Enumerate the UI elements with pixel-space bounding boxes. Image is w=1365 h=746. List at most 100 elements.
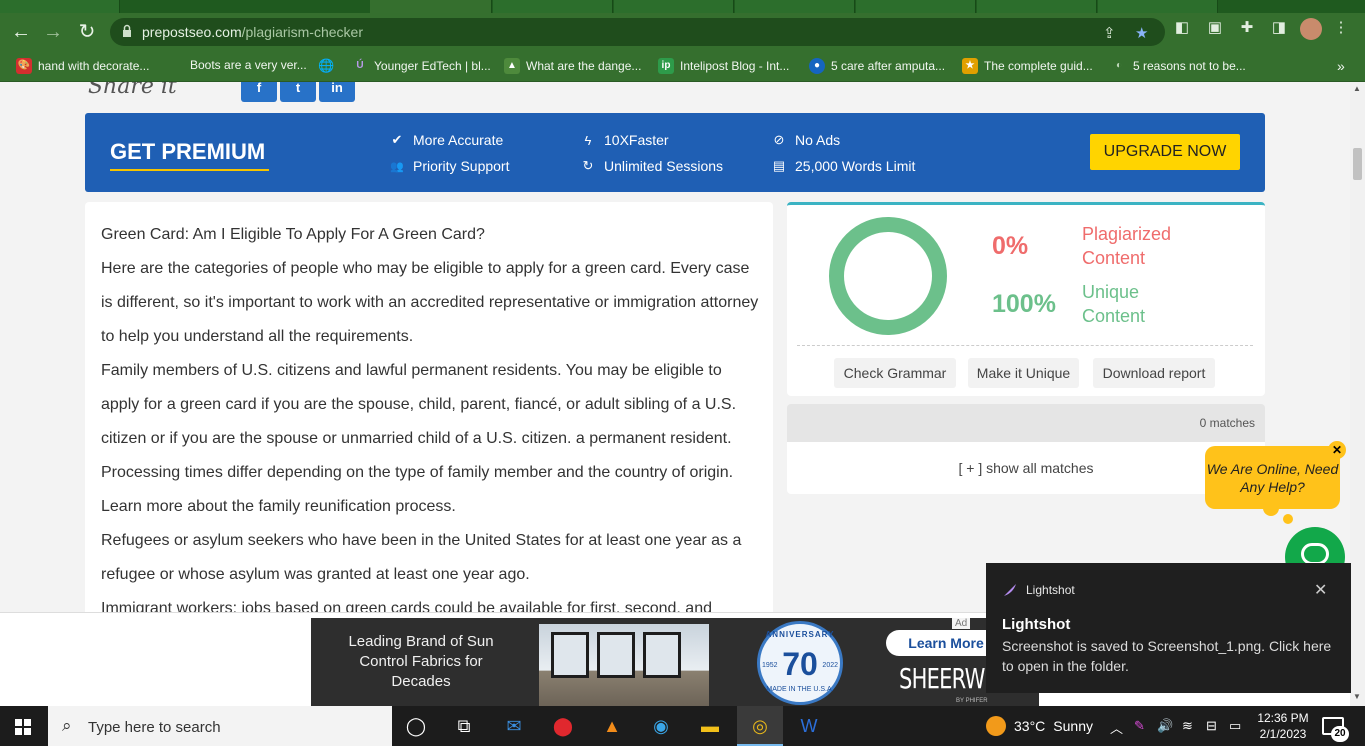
bookmark-item[interactable]: ● 5 care after amputa... <box>809 58 945 74</box>
clock-date: 2/1/2023 <box>1259 727 1307 741</box>
download-report-button[interactable]: Download report <box>1093 358 1215 388</box>
browser-tab[interactable] <box>1098 0 1218 13</box>
scroll-down-icon[interactable]: ▼ <box>1353 692 1361 701</box>
make-it-unique-button[interactable]: Make it Unique <box>968 358 1079 388</box>
advertisement[interactable]: Leading Brand of Sun Control Fabrics for… <box>311 618 1039 706</box>
weather-widget[interactable]: 33°C Sunny <box>986 716 1093 736</box>
ad-photo <box>539 624 709 706</box>
network-icon[interactable]: ⊟ <box>1206 718 1217 734</box>
browser-toolbar: ← → ↻ prepostseo.com/plagiarism-checker … <box>0 13 1365 50</box>
notification-close-icon[interactable]: ✕ <box>1314 580 1327 600</box>
puzzle-icon[interactable]: ✚ <box>1238 19 1256 37</box>
opera-icon[interactable]: ⬤ <box>550 714 576 738</box>
text-paragraph: Here are the categories of people who ma… <box>101 260 759 345</box>
tray-chevron-icon[interactable]: ︿ <box>1110 718 1123 737</box>
matches-header: 0 matches <box>787 404 1265 442</box>
page-scrollbar[interactable]: ▲ ▼ <box>1350 82 1365 706</box>
premium-feature: ⊘ No Ads <box>771 132 841 148</box>
word-icon[interactable]: W <box>796 714 822 738</box>
windows-start-icon[interactable] <box>15 719 31 735</box>
globe-icon: 🌐 <box>318 58 335 73</box>
bookmark-favicon-icon: Ú <box>356 60 364 71</box>
share-heading: Share it <box>88 82 177 99</box>
bookmark-item[interactable]: ip Intelipost Blog - Int... <box>658 58 789 74</box>
facebook-share-button[interactable]: f <box>241 82 277 102</box>
side-panel-icon[interactable]: ◨ <box>1270 19 1288 37</box>
ad-label[interactable]: Ad <box>952 618 971 629</box>
bookmarks-overflow-button[interactable]: » <box>1337 58 1345 74</box>
reload-icon[interactable]: ↻ <box>74 19 100 45</box>
share-icon[interactable]: ⇪ <box>1103 24 1116 42</box>
unique-percent: 100% <box>992 290 1056 318</box>
browser-tab[interactable] <box>856 0 976 13</box>
sun-icon <box>986 716 1006 736</box>
chat-bubble-tail <box>1263 504 1279 516</box>
avatar[interactable] <box>1300 18 1322 40</box>
browser-tab[interactable] <box>0 0 120 13</box>
system-clock[interactable]: 12:36 PM 2/1/2023 <box>1253 710 1313 742</box>
matches-count: 0 matches <box>1199 416 1255 430</box>
extension-icon[interactable]: ▣ <box>1206 19 1224 37</box>
bookmark-favicon-icon: ip <box>658 58 674 74</box>
scrollbar-thumb[interactable] <box>1353 148 1362 180</box>
windows-taskbar: ⌕ Type here to search ◯ ⧉ ✉ ⬤ ▲ ◉ ▬ ◎ W … <box>0 706 1365 746</box>
bookmark-item[interactable]: Ú Younger EdTech | bl... <box>352 58 490 74</box>
browser-tab[interactable] <box>977 0 1097 13</box>
weather-temperature: 33°C <box>1014 718 1046 734</box>
ad-tagline: Leading Brand of Sun Control Fabrics for… <box>348 633 494 690</box>
browser-tab[interactable] <box>614 0 734 13</box>
document-icon: ▤ <box>772 158 786 173</box>
file-explorer-icon[interactable]: ▬ <box>697 714 723 738</box>
task-view-icon[interactable]: ⧉ <box>451 714 477 738</box>
bookmark-item[interactable]: ◐ 5 reasons not to be... <box>1111 58 1246 74</box>
forward-arrow-icon[interactable]: → <box>40 19 66 45</box>
linkedin-share-button[interactable]: in <box>319 82 355 102</box>
chat-icon <box>1301 543 1329 565</box>
wifi-icon[interactable]: ≋ <box>1182 718 1193 734</box>
scroll-up-icon[interactable]: ▲ <box>1353 84 1361 93</box>
browser-tab[interactable] <box>493 0 613 13</box>
twitter-share-button[interactable]: t <box>280 82 316 102</box>
plagiarized-percent: 0% <box>992 232 1029 260</box>
notification-title: Lightshot <box>1002 616 1071 633</box>
bookmark-item[interactable]: ★ The complete guid... <box>962 58 1093 74</box>
address-bar[interactable]: prepostseo.com/plagiarism-checker ⇪ ★ <box>110 18 1165 46</box>
tray-app-icon[interactable]: ✎ <box>1134 718 1145 734</box>
bookmark-favicon-icon: ★ <box>962 58 978 74</box>
anniversary-badge: ANNIVERSARY 1952 70 2022 MADE IN THE U.S… <box>757 621 843 705</box>
premium-feature: 👥 Priority Support <box>390 158 510 174</box>
bookmark-item[interactable]: Boots are a very ver... <box>190 58 307 72</box>
cortana-icon[interactable]: ◯ <box>403 714 429 738</box>
vlc-icon[interactable]: ▲ <box>599 714 625 738</box>
chrome-icon[interactable]: ◎ <box>747 714 773 738</box>
bookmark-favicon-icon: ▲ <box>504 58 520 74</box>
text-paragraph: Refugees or asylum seekers who have been… <box>101 532 742 583</box>
menu-kebab-icon[interactable]: ⋮ <box>1332 19 1350 37</box>
no-ads-icon: ⊘ <box>773 132 785 147</box>
lightshot-notification[interactable]: Lightshot ✕ Lightshot Screenshot is save… <box>986 563 1351 693</box>
title-underline <box>110 169 269 171</box>
show-all-matches-link[interactable]: [ + ] show all matches <box>787 460 1265 476</box>
checked-text: Green Card: Am I Eligible To Apply For A… <box>101 218 761 626</box>
chat-close-icon[interactable]: ✕ <box>1328 441 1346 459</box>
volume-icon[interactable]: 🔊 <box>1157 718 1173 734</box>
extension-icon[interactable]: ◧ <box>1173 19 1191 37</box>
browser-tab[interactable] <box>735 0 855 13</box>
text-paragraph: Family members of U.S. citizens and lawf… <box>101 362 737 515</box>
edge-icon[interactable]: ◉ <box>648 714 674 738</box>
browser-tab-active[interactable] <box>370 0 492 13</box>
lightshot-feather-icon <box>1004 584 1016 596</box>
bookmark-item[interactable]: 🎨 hand with decorate... <box>16 58 149 74</box>
upgrade-now-button[interactable]: UPGRADE NOW <box>1090 134 1240 170</box>
bookmark-star-icon[interactable]: ★ <box>1135 24 1148 42</box>
search-icon: ⌕ <box>62 716 72 735</box>
chat-greeting-bubble[interactable]: We Are Online, Need Any Help? <box>1205 446 1340 509</box>
battery-icon[interactable]: ▭ <box>1229 718 1241 734</box>
bookmark-item[interactable]: ▲ What are the dange... <box>504 58 641 74</box>
check-grammar-button[interactable]: Check Grammar <box>834 358 956 388</box>
bookmark-item[interactable]: 🌐 <box>318 58 334 74</box>
taskbar-search-box[interactable]: ⌕ Type here to search <box>48 706 392 746</box>
mail-icon[interactable]: ✉ <box>501 714 527 738</box>
back-arrow-icon[interactable]: ← <box>8 19 34 45</box>
premium-feature: ↻ Unlimited Sessions <box>580 158 724 174</box>
